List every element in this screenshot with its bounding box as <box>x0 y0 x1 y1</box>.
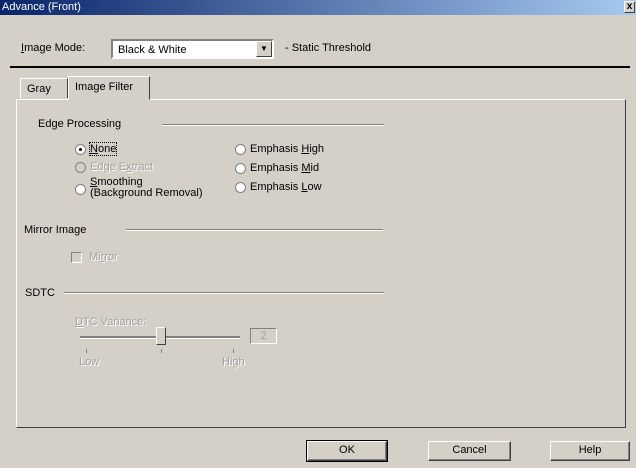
help-button[interactable]: Help <box>550 441 630 461</box>
radio-circle <box>235 182 246 193</box>
mirror-checkbox-label: Mirror <box>89 251 118 263</box>
title-bar: Advance (Front) x <box>0 0 636 15</box>
radio-smoothing-label: Smoothing (Background Removal) <box>90 176 203 199</box>
dtc-variance-label: DTC Variance: <box>75 316 147 328</box>
slider-high-label: High <box>222 356 245 368</box>
ok-button[interactable]: OK <box>306 440 388 462</box>
radio-circle <box>235 144 246 155</box>
radio-circle <box>75 144 86 155</box>
sdtc-divider <box>64 292 384 294</box>
mirror-image-title: Mirror Image <box>24 224 87 236</box>
threshold-mode-label: - Static Threshold <box>285 42 372 54</box>
slider-tick-high <box>233 349 234 353</box>
header-divider <box>10 66 630 68</box>
image-mode-value: Black & White <box>118 44 187 56</box>
image-mode-label: Image Mode: <box>21 42 86 54</box>
close-button[interactable]: x <box>624 1 635 13</box>
radio-circle <box>75 162 86 173</box>
radio-none-label: None <box>88 142 118 156</box>
tab-gray[interactable]: Gray <box>20 78 68 98</box>
radio-selected-dot <box>79 148 82 151</box>
mirror-image-divider <box>126 229 383 231</box>
tab-image-filter-label: Image Filter <box>75 81 134 93</box>
dtc-variance-value: 2 <box>250 328 277 344</box>
dropdown-arrow-button[interactable]: ▼ <box>256 41 272 57</box>
chevron-down-icon: ▼ <box>260 44 268 53</box>
slider-low-label: Low <box>79 356 100 368</box>
radio-emphasis-low-label: Emphasis Low <box>250 181 322 193</box>
edge-processing-divider <box>162 124 384 126</box>
radio-emphasis-high-label: Emphasis High <box>250 143 324 155</box>
slider-tick-low <box>86 349 87 353</box>
window-title: Advance (Front) <box>2 1 81 13</box>
radio-edge-extract-label: Edge Extract <box>90 161 153 173</box>
mirror-checkbox[interactable] <box>71 252 82 263</box>
cancel-button[interactable]: Cancel <box>428 441 511 461</box>
close-icon: x <box>626 1 633 12</box>
tab-gray-label: Gray <box>27 83 51 95</box>
image-mode-dropdown[interactable]: Black & White ▼ <box>111 39 274 59</box>
radio-circle <box>235 163 246 174</box>
sdtc-title: SDTC <box>25 287 55 299</box>
edge-processing-title: Edge Processing <box>38 118 122 130</box>
slider-tick-mid <box>161 349 162 353</box>
radio-circle <box>75 184 86 195</box>
dtc-slider-thumb[interactable] <box>156 327 166 345</box>
tab-image-filter[interactable]: Image Filter <box>68 76 150 100</box>
radio-emphasis-mid-label: Emphasis Mid <box>250 162 320 174</box>
